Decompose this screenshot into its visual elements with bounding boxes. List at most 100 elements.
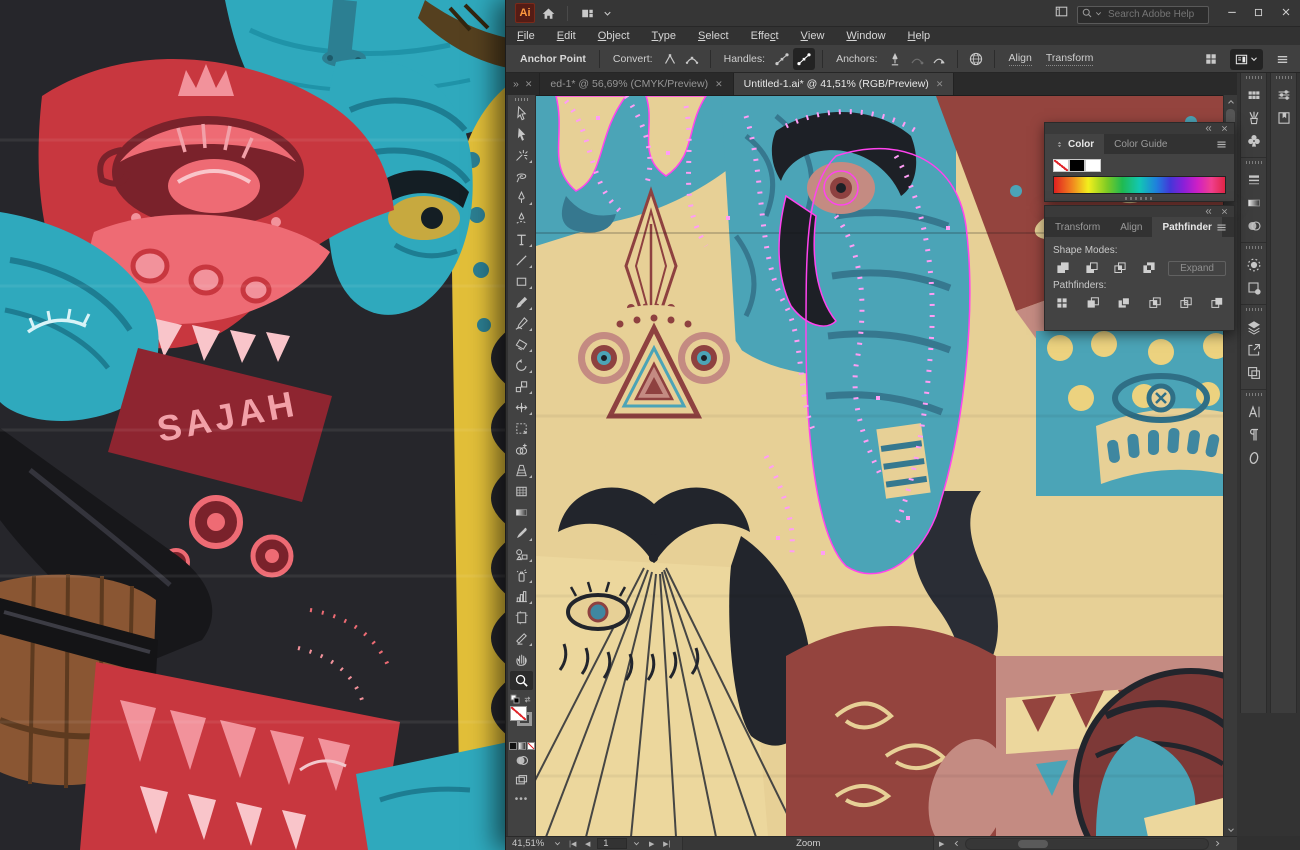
tool-zoom-selected[interactable]: [508, 670, 535, 691]
tool-eyedropper[interactable]: [508, 523, 535, 544]
panel-menu-icon[interactable]: [1215, 138, 1228, 151]
artboards-panel-icon[interactable]: [1241, 361, 1266, 384]
fill-swatch-none[interactable]: [510, 706, 527, 721]
arrange-documents-button[interactable]: [574, 2, 600, 24]
menu-file[interactable]: File: [506, 27, 546, 45]
swatch-black[interactable]: [1069, 159, 1085, 172]
tool-gradient[interactable]: [508, 502, 535, 523]
intersect-button[interactable]: [1111, 259, 1131, 277]
tool-pen[interactable]: [508, 187, 535, 208]
tool-shape-builder[interactable]: [508, 439, 535, 460]
expand-button-disabled[interactable]: Expand: [1168, 261, 1226, 276]
tab-pathfinder[interactable]: Pathfinder: [1152, 217, 1221, 237]
menu-object[interactable]: Object: [587, 27, 641, 45]
next-artboard-icon[interactable]: ▶: [644, 838, 659, 850]
tools-drag-handle[interactable]: [515, 98, 529, 101]
menu-window[interactable]: Window: [835, 27, 896, 45]
panel-dock-toggle-button[interactable]: [1230, 49, 1263, 70]
merge-button[interactable]: [1115, 294, 1134, 312]
menu-type[interactable]: Type: [641, 27, 687, 45]
close-panel-icon[interactable]: [1220, 207, 1229, 216]
connect-anchors-button[interactable]: [906, 48, 928, 70]
swap-fill-stroke-icon[interactable]: [522, 694, 533, 705]
share-panel-icon[interactable]: [1054, 4, 1069, 19]
tool-line-segment[interactable]: [508, 250, 535, 271]
close-button[interactable]: [1272, 2, 1299, 22]
tool-selection[interactable]: [508, 103, 535, 124]
status-expand-icon[interactable]: ▶: [934, 838, 949, 850]
tool-slice[interactable]: [508, 628, 535, 649]
previous-artboard-icon[interactable]: ◀: [580, 838, 595, 850]
document-tab-inactive[interactable]: ed-1* @ 56,69% (CMYK/Preview) ✕: [540, 73, 733, 95]
artboard-number-field[interactable]: 1: [597, 838, 627, 849]
status-tool-name[interactable]: Zoom: [682, 837, 934, 850]
appearance-panel-icon[interactable]: [1241, 253, 1266, 276]
collapse-panel-icon[interactable]: [1204, 207, 1213, 216]
arrange-documents-chevron-icon[interactable]: [600, 2, 614, 24]
document-tab-title[interactable]: ed-1* @ 56,69% (CMYK/Preview): [550, 78, 708, 90]
minus-front-button[interactable]: [1082, 259, 1102, 277]
dock-group-handle[interactable]: [1246, 308, 1262, 311]
hscroll-left-icon[interactable]: [949, 838, 964, 850]
tool-symbol-sprayer[interactable]: [508, 565, 535, 586]
dock-group-handle[interactable]: [1276, 76, 1292, 79]
hscroll-right-icon[interactable]: [1210, 838, 1225, 850]
cut-path-button[interactable]: [928, 48, 950, 70]
color-spectrum-bar[interactable]: [1053, 176, 1226, 194]
dock-group-handle[interactable]: [1246, 246, 1262, 249]
artboard-chevron-icon[interactable]: [629, 838, 644, 850]
tool-shaper[interactable]: [508, 313, 535, 334]
tool-magic-wand[interactable]: [508, 145, 535, 166]
scroll-down-icon[interactable]: [1224, 823, 1237, 836]
zoom-level-chevron-icon[interactable]: [550, 838, 565, 850]
tab-close-icon[interactable]: ✕: [715, 79, 723, 90]
tool-type[interactable]: [508, 229, 535, 250]
document-tab-active[interactable]: Untitled-1.ai* @ 41,51% (RGB/Preview) ✕: [734, 73, 955, 95]
tool-mesh[interactable]: [508, 481, 535, 502]
unite-button[interactable]: [1053, 259, 1073, 277]
default-fill-stroke-icon[interactable]: [510, 694, 521, 705]
none-mode-button[interactable]: [527, 742, 535, 750]
tool-eraser[interactable]: [508, 334, 535, 355]
tab-color[interactable]: Color: [1045, 134, 1104, 154]
stroke-panel-icon[interactable]: [1241, 168, 1266, 191]
hide-handles-button[interactable]: [793, 48, 815, 70]
layers-panel-icon[interactable]: [1241, 315, 1266, 338]
dock-group-handle[interactable]: [1246, 161, 1262, 164]
tool-lasso[interactable]: [508, 166, 535, 187]
swatch-white[interactable]: [1085, 159, 1101, 172]
panel-menu-icon[interactable]: [1215, 221, 1228, 234]
scroll-up-icon[interactable]: [1224, 95, 1237, 108]
tab-align[interactable]: Align: [1110, 217, 1152, 237]
menu-help[interactable]: Help: [897, 27, 942, 45]
horizontal-scroll-thumb[interactable]: [1018, 840, 1048, 848]
graphic-styles-panel-icon[interactable]: [1241, 276, 1266, 299]
brushes-panel-icon[interactable]: [1241, 106, 1266, 129]
convert-corner-button[interactable]: [659, 48, 681, 70]
menu-effect[interactable]: Effect: [740, 27, 790, 45]
menu-select[interactable]: Select: [687, 27, 740, 45]
tool-perspective-grid[interactable]: [508, 460, 535, 481]
workspace-grid-icon[interactable]: [1200, 48, 1222, 70]
tool-symbol-shapes[interactable]: [508, 544, 535, 565]
maximize-button[interactable]: [1245, 2, 1272, 22]
edit-toolbar-ellipsis[interactable]: •••: [508, 794, 535, 805]
convert-smooth-button[interactable]: [681, 48, 703, 70]
menu-edit[interactable]: Edit: [546, 27, 587, 45]
close-panel-icon[interactable]: [1220, 124, 1229, 133]
crop-button[interactable]: [1145, 294, 1164, 312]
libraries-panel-icon[interactable]: [1271, 106, 1296, 129]
tool-hand[interactable]: [508, 649, 535, 670]
swatches-panel-icon[interactable]: [1241, 83, 1266, 106]
minimize-button[interactable]: [1218, 2, 1245, 22]
home-button[interactable]: [535, 2, 561, 24]
minus-back-button[interactable]: [1207, 294, 1226, 312]
drawing-modes-button[interactable]: [508, 750, 535, 770]
opentype-panel-icon[interactable]: [1241, 446, 1266, 469]
dock-group-handle[interactable]: [1246, 76, 1262, 79]
symbols-panel-icon[interactable]: [1241, 129, 1266, 152]
screen-mode-button[interactable]: [508, 770, 535, 790]
tab-overflow-controls[interactable]: » ✕: [506, 73, 540, 95]
collapse-panel-icon[interactable]: [1204, 124, 1213, 133]
horizontal-scrollbar[interactable]: [965, 838, 1209, 850]
